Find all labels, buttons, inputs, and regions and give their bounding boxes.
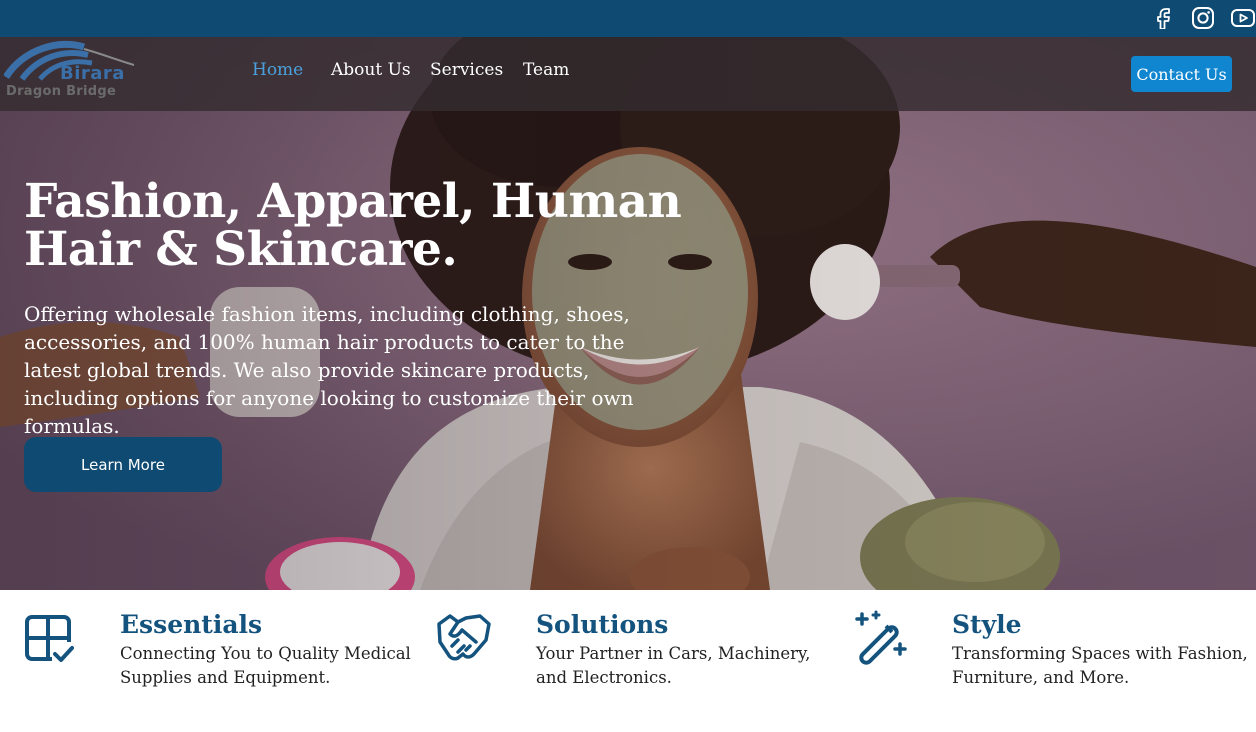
youtube-icon[interactable] <box>1229 4 1256 32</box>
feature-description: Connecting You to Quality Medical Suppli… <box>120 644 411 687</box>
logo-line-1: Birara <box>60 63 125 84</box>
nav-item-about-us[interactable]: About Us <box>331 60 411 80</box>
main-navbar: Birara Dragon Bridge <box>0 37 1256 111</box>
magic-wand-icon <box>855 610 907 665</box>
learn-more-button[interactable]: Learn More <box>24 437 222 492</box>
feature-title: Essentials <box>120 610 263 639</box>
facebook-icon[interactable] <box>1150 4 1178 32</box>
feature-title: Solutions <box>536 610 669 639</box>
feature-title: Style <box>952 610 1022 639</box>
hero-subtitle: Offering wholesale fashion items, includ… <box>24 302 634 438</box>
nav-item-team[interactable]: Team <box>523 60 569 80</box>
contact-us-button[interactable]: Contact Us <box>1131 56 1232 92</box>
handshake-icon <box>437 614 491 661</box>
top-social-bar <box>0 0 1256 37</box>
nav-item-services[interactable]: Services <box>430 60 503 80</box>
hero-title-line-2: Hair & Skincare. <box>24 222 458 277</box>
company-logo[interactable]: Birara Dragon Bridge <box>4 39 149 107</box>
instagram-icon[interactable] <box>1189 4 1217 32</box>
hero-title: Fashion, Apparel, Human Hair & Skincare. <box>24 178 724 274</box>
logo-line-2: Dragon Bridge <box>6 84 117 99</box>
feature-description: Your Partner in Cars, Machinery, and Ele… <box>536 644 811 687</box>
nav-item-home[interactable]: Home <box>252 60 303 80</box>
grid-check-icon <box>25 615 74 664</box>
feature-description: Transforming Spaces with Fashion, Furnit… <box>952 644 1248 687</box>
hero-title-line-1: Fashion, Apparel, Human <box>24 174 682 229</box>
